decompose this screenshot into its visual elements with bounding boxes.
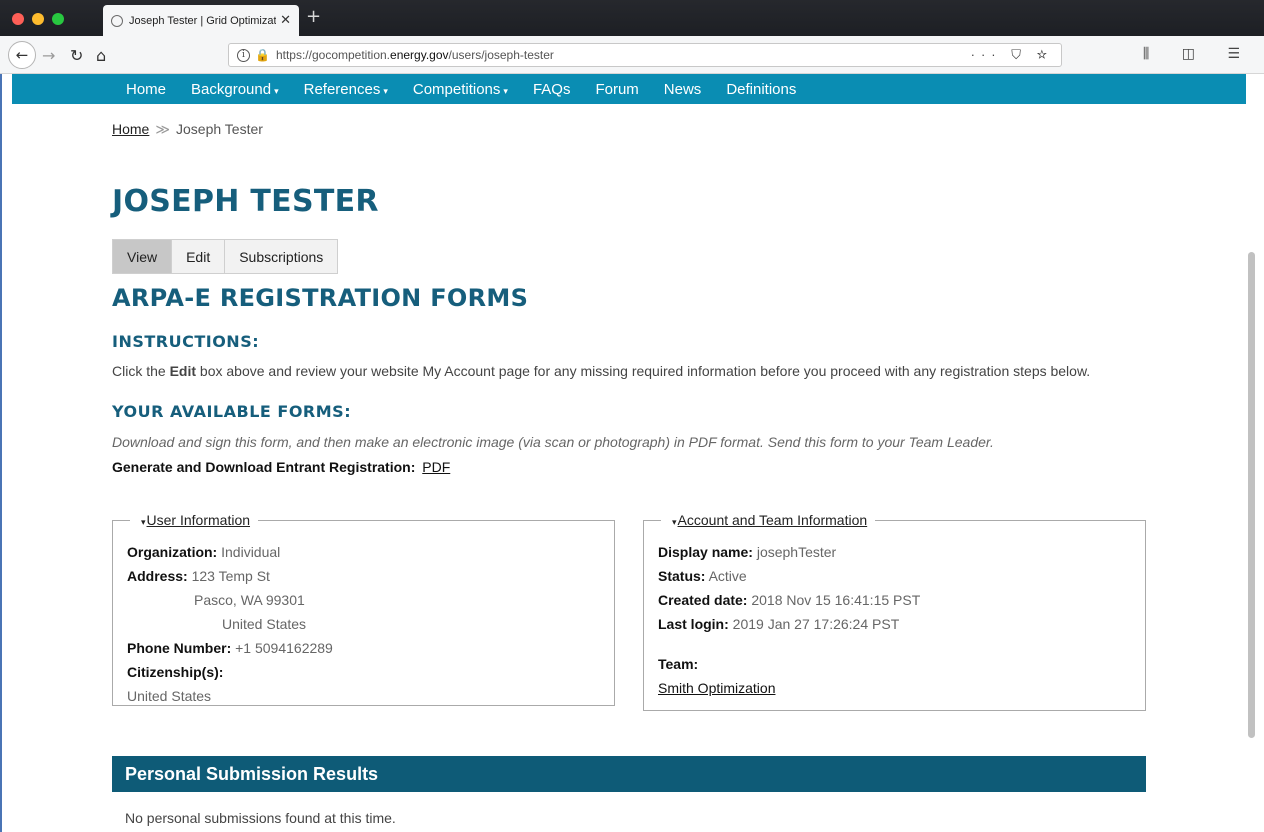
citizenship-label: Citizenship(s): xyxy=(127,664,224,680)
user-information-box: ▾User Information Organization: Individu… xyxy=(112,512,615,706)
instructions-heading: INSTRUCTIONS: xyxy=(112,332,260,351)
back-button[interactable]: ← xyxy=(8,41,36,69)
address-line-2: Pasco, WA 99301 xyxy=(194,592,305,608)
page-content: Home Background ▾ References ▾ Competition… xyxy=(0,74,1264,832)
instructions-text: Click the Edit box above and review your… xyxy=(112,363,1091,379)
site-navigation: Home Background ▾ References ▾ Competition… xyxy=(12,74,1246,104)
status-row: Status: Active xyxy=(658,568,747,584)
lock-icon: 🔒 xyxy=(255,48,270,62)
display-name-row: Display name: josephTester xyxy=(658,544,837,560)
forms-heading: YOUR AVAILABLE FORMS: xyxy=(112,402,352,421)
last-login-row: Last login: 2019 Jan 27 17:26:24 PST xyxy=(658,616,900,632)
section-title: ARPA-E REGISTRATION FORMS xyxy=(112,284,529,312)
close-window-button[interactable] xyxy=(12,13,24,25)
address-row: Address: 123 Temp St xyxy=(127,568,270,584)
tab-title: Joseph Tester | Grid Optimizati xyxy=(129,14,277,27)
maximize-window-button[interactable] xyxy=(52,13,64,25)
library-sidebar-menu-icons[interactable]: ⫼ ◫ ☰ xyxy=(1143,46,1254,62)
address-line-3: United States xyxy=(222,616,307,632)
page-title: JOSEPH TESTER xyxy=(112,184,379,219)
tab-edit[interactable]: Edit xyxy=(172,240,226,273)
nav-faqs[interactable]: FAQs xyxy=(533,81,571,98)
caret-down-icon: ▾ xyxy=(383,85,388,96)
vertical-scrollbar[interactable] xyxy=(1248,252,1255,738)
nav-home[interactable]: Home xyxy=(126,81,166,98)
nav-background[interactable]: Background ▾ xyxy=(191,81,279,98)
browser-tab[interactable]: Joseph Tester | Grid Optimizati ✕ xyxy=(103,5,299,36)
generate-registration-line: Generate and Download Entrant Registrati… xyxy=(112,459,451,475)
forward-button[interactable]: → xyxy=(42,42,55,68)
browser-tab-strip: Joseph Tester | Grid Optimizati ✕ + xyxy=(0,0,1264,36)
account-team-information-toggle[interactable]: ▾Account and Team Information xyxy=(661,512,875,528)
team-link[interactable]: Smith Optimization xyxy=(658,680,775,696)
forms-note: Download and sign this form, and then ma… xyxy=(112,434,994,450)
organization-row: Organization: Individual xyxy=(127,544,281,560)
no-submissions-message: No personal submissions found at this ti… xyxy=(125,810,396,826)
close-tab-icon[interactable]: ✕ xyxy=(280,13,291,28)
citizenship-value: United States xyxy=(127,688,212,704)
pdf-download-link[interactable]: PDF xyxy=(422,459,450,475)
breadcrumb-home-link[interactable]: Home xyxy=(112,121,149,137)
caret-down-icon: ▾ xyxy=(503,85,508,96)
tab-subscriptions[interactable]: Subscriptions xyxy=(225,240,338,273)
nav-news[interactable]: News xyxy=(664,81,702,98)
team-label: Team: xyxy=(658,656,699,672)
breadcrumb-separator: ≫ xyxy=(155,121,171,137)
caret-down-icon: ▾ xyxy=(141,517,146,527)
user-information-toggle[interactable]: ▾User Information xyxy=(130,512,258,528)
nav-definitions[interactable]: Definitions xyxy=(726,81,796,98)
personal-submission-results-heading: Personal Submission Results xyxy=(112,756,1146,792)
reload-button[interactable]: ↻ xyxy=(70,42,83,68)
breadcrumb: Home ≫ Joseph Tester xyxy=(112,121,263,138)
caret-down-icon: ▾ xyxy=(672,517,677,527)
profile-tabs: View Edit Subscriptions xyxy=(112,239,339,274)
nav-forum[interactable]: Forum xyxy=(595,81,638,98)
address-bar[interactable]: i 🔒 https://gocompetition.energy.gov/use… xyxy=(228,43,1062,67)
home-button[interactable]: ⌂ xyxy=(96,42,106,68)
account-team-information-box: ▾Account and Team Information Display na… xyxy=(643,512,1146,711)
created-date-row: Created date: 2018 Nov 15 16:41:15 PST xyxy=(658,592,921,608)
nav-competitions[interactable]: Competitions ▾ xyxy=(413,81,508,98)
browser-toolbar: ← → ↻ ⌂ i 🔒 https://gocompetition.energy… xyxy=(0,36,1264,74)
tab-view[interactable]: View xyxy=(113,240,173,273)
breadcrumb-current: Joseph Tester xyxy=(176,121,263,137)
team-row: Smith Optimization xyxy=(658,680,775,696)
minimize-window-button[interactable] xyxy=(32,13,44,25)
info-icon[interactable]: i xyxy=(237,48,250,62)
url-text: https://gocompetition.energy.gov/users/j… xyxy=(275,48,554,62)
new-tab-button[interactable]: + xyxy=(306,6,321,27)
globe-icon xyxy=(111,14,123,27)
nav-references[interactable]: References ▾ xyxy=(304,81,388,98)
page-actions-icons[interactable]: ··· ⛉ ☆ xyxy=(971,47,1053,63)
phone-row: Phone Number: +1 5094162289 xyxy=(127,640,333,656)
caret-down-icon: ▾ xyxy=(274,85,279,96)
